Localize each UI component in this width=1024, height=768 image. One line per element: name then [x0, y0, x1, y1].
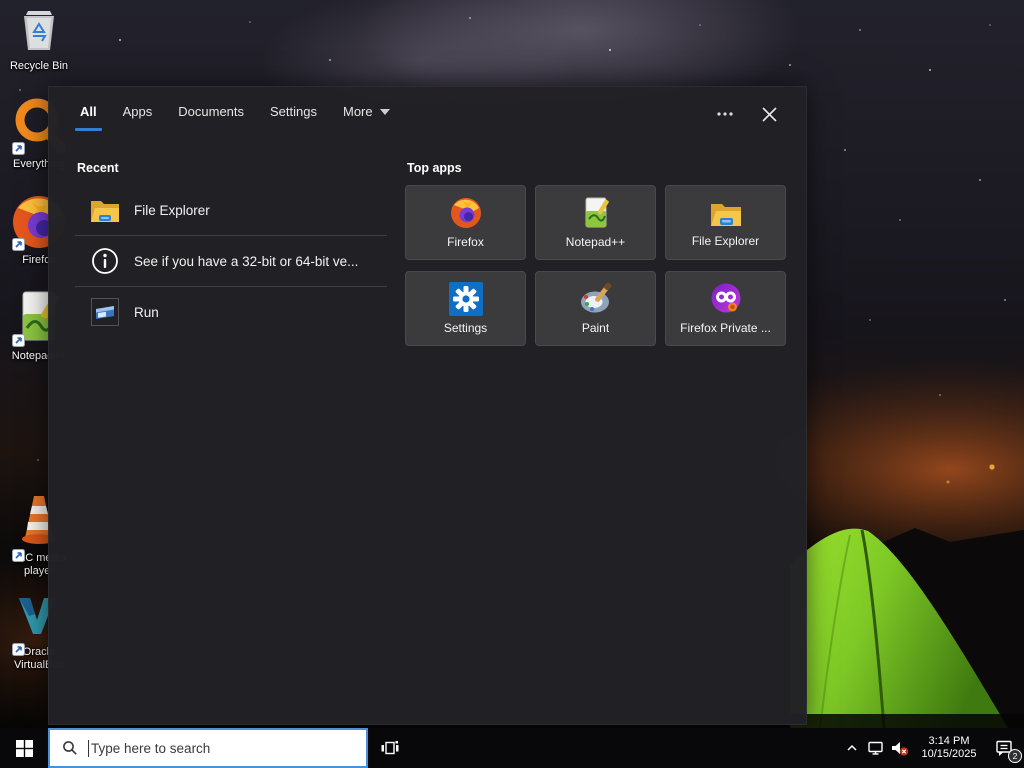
app-tile-label: Firefox: [447, 235, 484, 249]
recent-item-search-suggestion[interactable]: See if you have a 32-bit or 64-bit ve...: [75, 236, 387, 286]
desktop-icon-recycle-bin[interactable]: Recycle Bin: [0, 6, 78, 73]
recycle-bin-icon: [24, 11, 54, 50]
task-view-button[interactable]: [368, 728, 412, 768]
shortcut-arrow-icon: [12, 142, 25, 155]
run-icon: [89, 296, 121, 328]
network-tray-button[interactable]: [864, 728, 888, 768]
taskbar: Type here to search 3:14 PM 10/15/2025 2: [0, 728, 1024, 768]
top-apps-header: Top apps: [407, 161, 462, 175]
taskbar-search-input[interactable]: Type here to search: [48, 728, 368, 768]
tab-apps[interactable]: Apps: [123, 96, 153, 133]
show-hidden-icons-button[interactable]: [840, 728, 864, 768]
clock-time: 3:14 PM: [928, 735, 970, 747]
firefox-private-icon: [711, 283, 740, 313]
firefox-icon: [450, 198, 481, 228]
screen: Recycle Bin Everything Firefox Notepad++…: [0, 0, 1024, 768]
tab-all[interactable]: All: [75, 96, 102, 133]
recent-item-label: File Explorer: [134, 202, 210, 218]
app-tile-firefox-private[interactable]: Firefox Private ...: [665, 271, 786, 346]
system-tray: 3:14 PM 10/15/2025 2: [840, 728, 1024, 768]
tab-settings[interactable]: Settings: [270, 96, 317, 133]
ellipsis-icon: [717, 112, 733, 116]
app-tile-notepad-plus-plus[interactable]: Notepad++: [535, 185, 656, 260]
search-filter-tabbar: All Apps Documents Settings More: [49, 87, 806, 141]
settings-gear-icon: [448, 282, 483, 316]
search-panel-content: Recent File Explorer See if you have a 3…: [49, 141, 806, 346]
app-tile-label: Settings: [443, 321, 488, 335]
search-placeholder: Type here to search: [91, 740, 211, 756]
paint-icon: [580, 282, 611, 313]
notification-badge: 2: [1008, 749, 1022, 763]
task-view-icon: [381, 741, 399, 755]
chevron-down-icon: [379, 109, 390, 116]
app-tile-settings[interactable]: Settings: [405, 271, 526, 346]
shortcut-arrow-icon: [12, 549, 25, 562]
text-cursor: [88, 739, 89, 757]
notepad-plus-plus-icon: [585, 197, 609, 228]
close-button[interactable]: [752, 97, 786, 131]
file-explorer-icon: [710, 204, 741, 226]
shortcut-arrow-icon: [12, 334, 25, 347]
windows-logo-icon: [15, 739, 33, 757]
clock-date: 10/15/2025: [921, 748, 977, 760]
shortcut-arrow-icon: [12, 643, 25, 656]
top-apps-grid: Firefox Notepad++ File Explorer Settings…: [405, 185, 786, 346]
recent-item-file-explorer[interactable]: File Explorer: [75, 185, 387, 235]
top-apps-section: Top apps Firefox Notepad++ File Explorer…: [405, 153, 786, 346]
recent-item-label: See if you have a 32-bit or 64-bit ve...: [134, 253, 359, 269]
volume-mute-icon: [892, 741, 909, 756]
start-button[interactable]: [0, 728, 48, 768]
app-tile-label: Firefox Private ...: [680, 321, 771, 335]
desktop-icon-label: Recycle Bin: [9, 60, 69, 72]
recent-item-run[interactable]: Run: [75, 287, 387, 337]
recent-header: Recent: [77, 161, 119, 175]
recent-item-label: Run: [134, 304, 159, 320]
chevron-up-icon: [847, 744, 857, 751]
search-icon: [63, 741, 77, 755]
tab-more[interactable]: More: [343, 96, 390, 133]
app-tile-label: Paint: [581, 321, 610, 335]
app-tile-label: Notepad++: [565, 235, 626, 249]
tab-documents[interactable]: Documents: [178, 96, 244, 133]
close-icon: [761, 106, 777, 122]
action-center-button[interactable]: 2: [986, 728, 1024, 768]
volume-muted-button[interactable]: [888, 728, 912, 768]
clock[interactable]: 3:14 PM 10/15/2025: [916, 735, 982, 761]
recent-section: Recent File Explorer See if you have a 3…: [75, 153, 387, 346]
app-tile-file-explorer[interactable]: File Explorer: [665, 185, 786, 260]
more-options-button[interactable]: [708, 97, 742, 131]
network-icon: [867, 741, 883, 755]
folder-icon: [89, 194, 121, 226]
app-tile-firefox[interactable]: Firefox: [405, 185, 526, 260]
search-flyout-panel: All Apps Documents Settings More Recent: [48, 86, 807, 725]
app-tile-label: File Explorer: [691, 234, 760, 248]
shortcut-arrow-icon: [12, 238, 25, 251]
info-icon: [89, 245, 121, 277]
app-tile-paint[interactable]: Paint: [535, 271, 656, 346]
